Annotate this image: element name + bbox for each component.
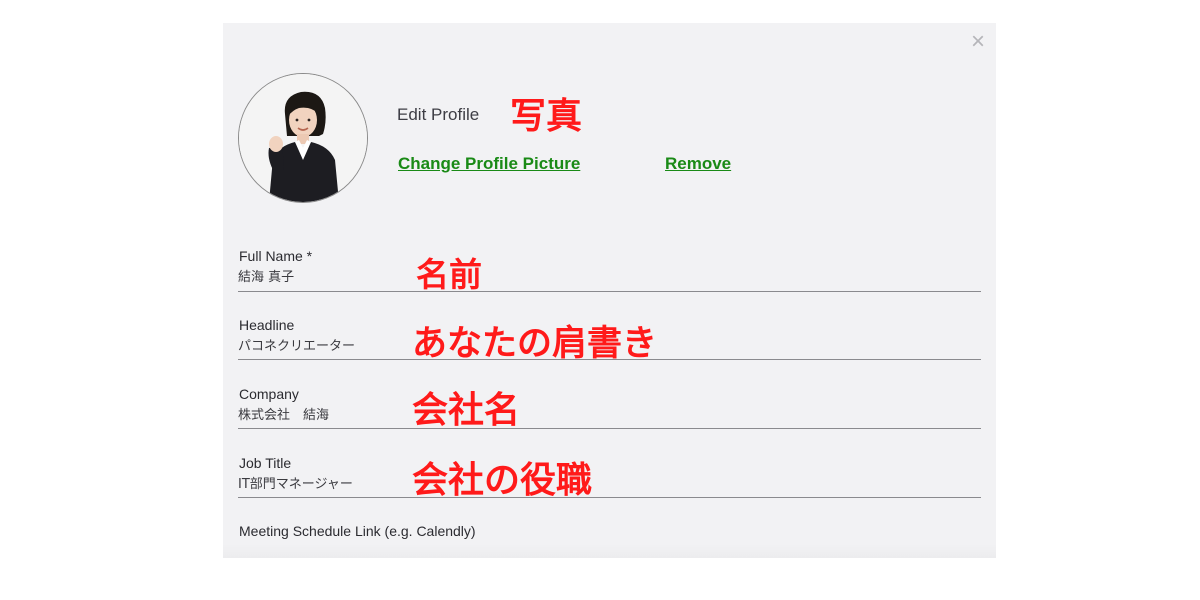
headline-annotation: あなたの肩書き: [412, 324, 658, 364]
company-field[interactable]: Company: [238, 386, 981, 429]
job-title-label: Job Title: [239, 455, 292, 471]
company-annotation: 会社名: [412, 390, 521, 431]
change-profile-picture-link[interactable]: Change Profile Picture: [398, 154, 580, 174]
full-name-field[interactable]: Full Name *: [238, 248, 981, 292]
edit-profile-title: Edit Profile: [397, 105, 480, 124]
company-label: Company: [239, 386, 299, 402]
job-title-annotation: 会社の役職: [412, 460, 593, 501]
photo-annotation: 写真: [510, 96, 583, 137]
profile-avatar[interactable]: [238, 73, 368, 203]
full-name-label: Full Name *: [239, 248, 313, 264]
meeting-link-label: Meeting Schedule Link (e.g. Calendly): [239, 523, 476, 539]
headline-label: Headline: [239, 317, 295, 333]
scroll-fade: [223, 544, 996, 558]
job-title-field[interactable]: Job Title: [238, 455, 981, 498]
edit-profile-modal: × Edit Profile 写真 Change Profile Picture…: [223, 23, 996, 558]
close-icon[interactable]: ×: [968, 30, 988, 54]
profile-photo: [239, 74, 367, 202]
full-name-annotation: 名前: [416, 255, 482, 294]
remove-picture-link[interactable]: Remove: [665, 154, 731, 174]
